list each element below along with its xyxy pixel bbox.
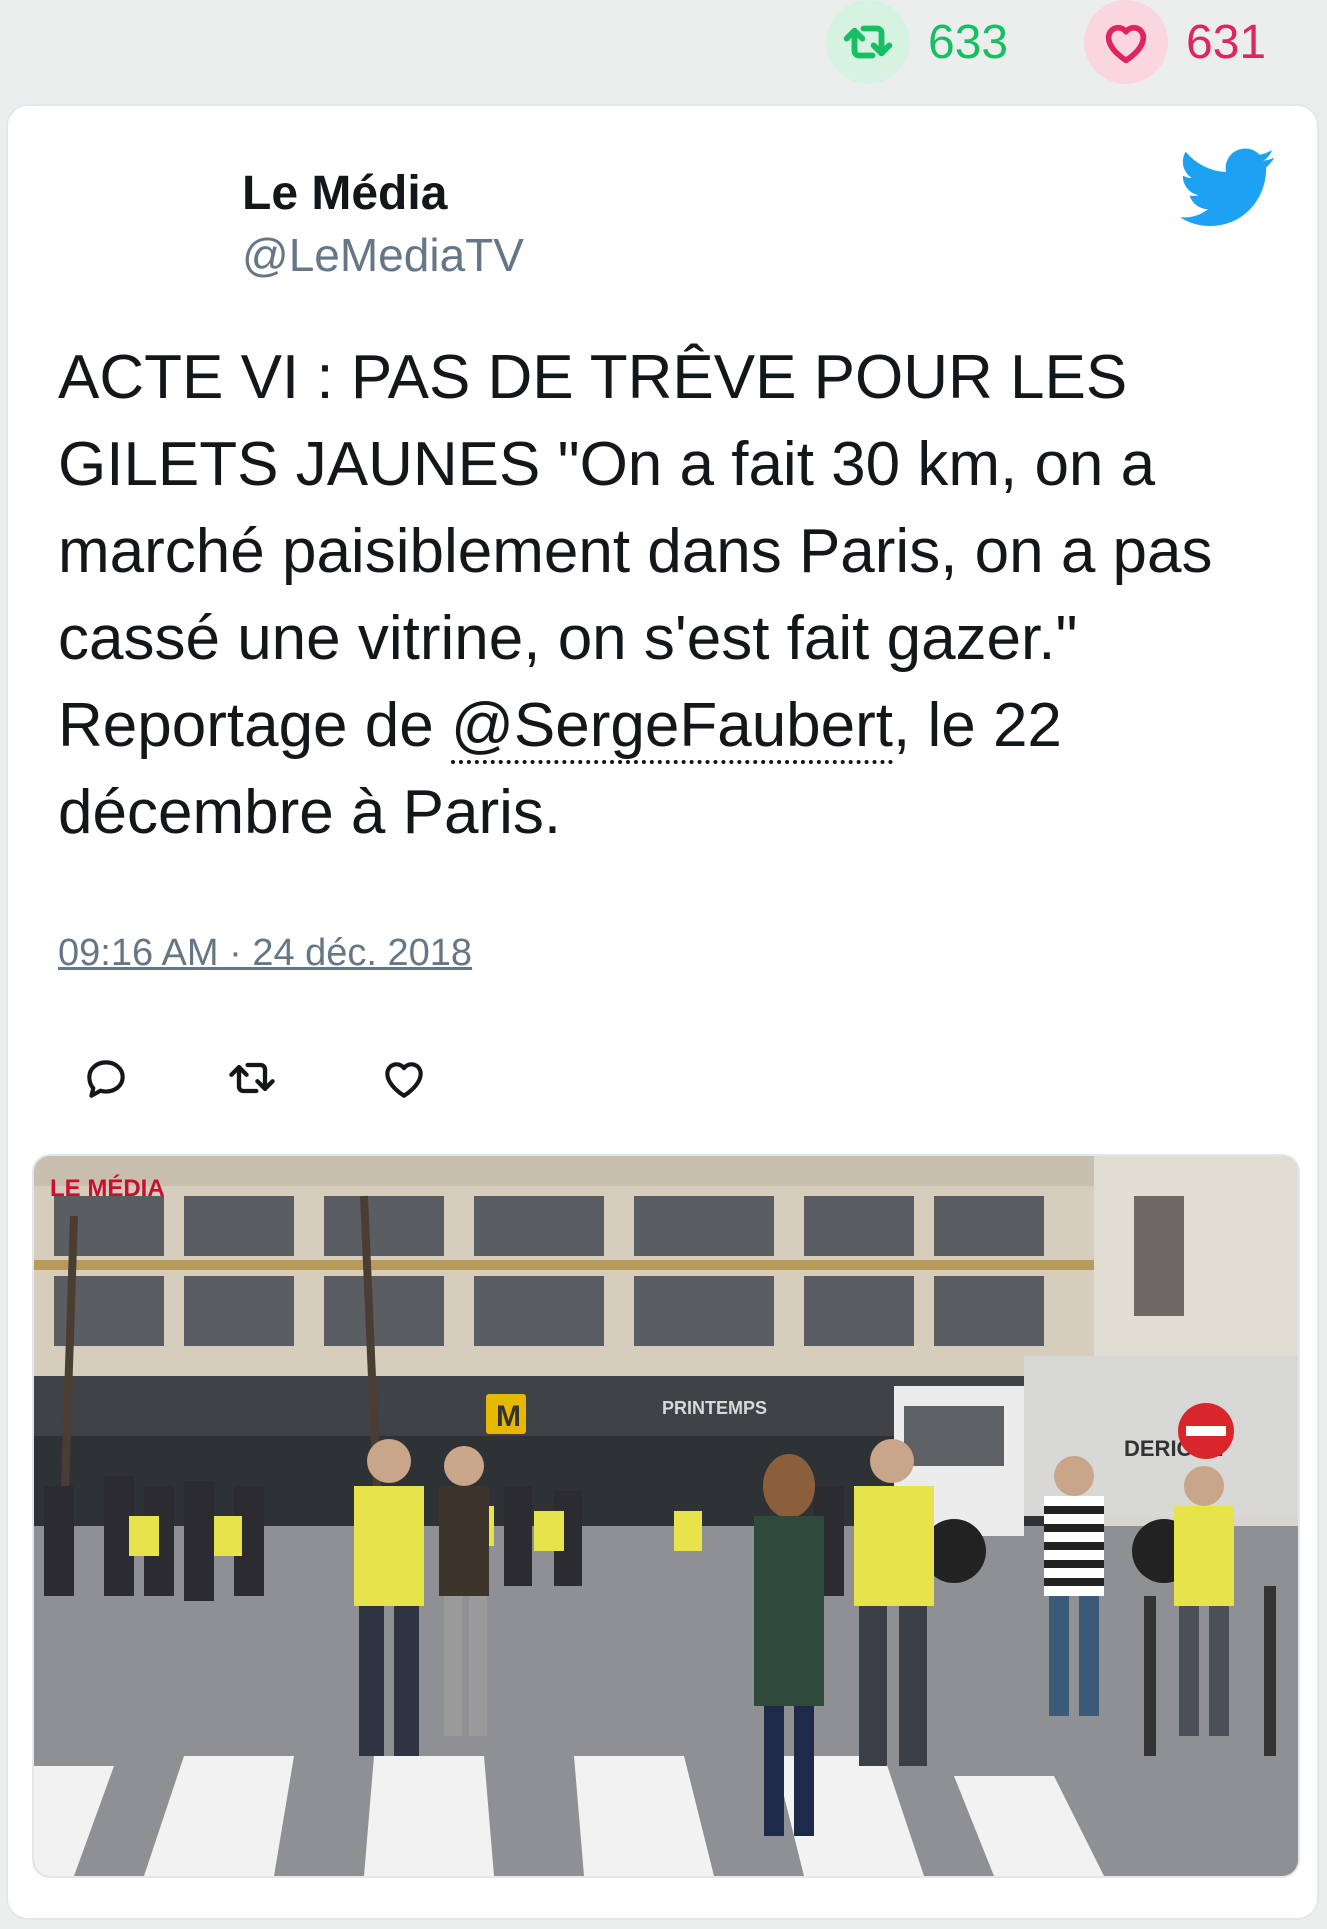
tweet-text: ACTE VI : PAS DE TRÊVE POUR LES GILETS J… [58,334,1288,856]
heart-icon [1084,0,1168,84]
like-stat[interactable]: 631 [1084,0,1266,84]
like-action-icon[interactable] [374,1048,434,1108]
top-stats-bar: 633 631 [0,0,1327,100]
mention-link[interactable]: @SergeFaubert [450,691,894,764]
tweet-card: Le Média @LeMediaTV ACTE VI : PAS DE TRÊ… [6,104,1319,1920]
retweet-count: 633 [928,15,1009,69]
author-handle[interactable]: @LeMediaTV [242,228,524,282]
reply-icon[interactable] [76,1048,136,1108]
retweet-icon [826,0,910,84]
media-watermark: LE MÉDIA [50,1174,165,1202]
like-count: 631 [1186,15,1267,69]
metro-sign: M [496,1400,521,1433]
retweet-action-icon[interactable] [222,1048,282,1108]
store-sign: PRINTEMPS [662,1398,767,1418]
tweet-timestamp[interactable]: 09:16 AM · 24 déc. 2018 [58,932,472,975]
twitter-bird-icon[interactable] [1180,148,1276,228]
retweet-stat[interactable]: 633 [826,0,1008,84]
avatar[interactable] [64,166,184,286]
tweet-media-image[interactable]: PRINTEMPS M LE MÉDIA DERICHE [32,1154,1300,1878]
author-name[interactable]: Le Média [242,166,447,221]
